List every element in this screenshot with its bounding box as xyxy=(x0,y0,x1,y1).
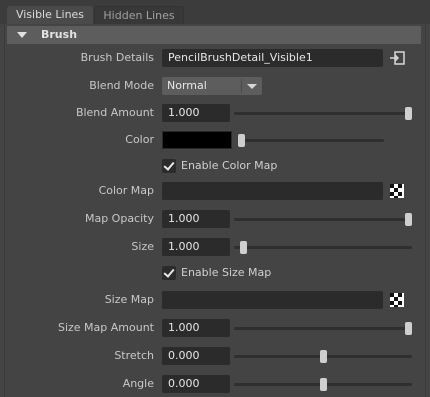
brush-details-label: Brush Details xyxy=(80,51,154,64)
blend-mode-dropdown[interactable]: Normal xyxy=(162,77,262,95)
stretch-slider-handle[interactable] xyxy=(320,350,327,363)
map-opacity-slider-handle[interactable] xyxy=(405,213,412,226)
size-map-row: Size Map xyxy=(0,290,430,310)
angle-field[interactable]: 0.000 xyxy=(162,375,230,393)
checker-map-icon[interactable] xyxy=(390,293,404,307)
blend-mode-label: Blend Mode xyxy=(89,79,154,92)
map-opacity-slider[interactable] xyxy=(234,213,412,226)
tab-hidden-lines[interactable]: Hidden Lines xyxy=(94,6,184,24)
size-map-amount-field[interactable]: 1.000 xyxy=(162,319,230,337)
size-map-amount-slider-handle[interactable] xyxy=(405,322,412,335)
enable-size-map-row: Enable Size Map xyxy=(0,263,430,283)
color-slider-handle[interactable] xyxy=(238,134,245,147)
size-label: Size xyxy=(131,240,154,253)
enable-size-map-label: Enable Size Map xyxy=(181,266,272,279)
size-row: Size 1.000 xyxy=(0,237,430,257)
angle-slider-handle[interactable] xyxy=(320,378,327,391)
map-opacity-field[interactable]: 1.000 xyxy=(162,210,230,228)
size-map-amount-row: Size Map Amount 1.000 xyxy=(0,318,430,338)
enable-color-map-label: Enable Color Map xyxy=(181,159,278,172)
color-row: Color xyxy=(0,130,430,150)
stretch-slider[interactable] xyxy=(234,350,412,363)
stretch-label: Stretch xyxy=(114,349,154,362)
blend-mode-row: Blend Mode Normal xyxy=(0,76,430,96)
brush-details-row: Brush Details PencilBrushDetail_Visible1 xyxy=(0,48,430,68)
color-map-label: Color Map xyxy=(98,184,154,197)
checkmark-icon xyxy=(163,159,175,171)
collapse-triangle-icon[interactable] xyxy=(17,32,27,38)
color-map-row: Color Map xyxy=(0,181,430,201)
color-swatch[interactable] xyxy=(162,131,232,149)
size-map-label: Size Map xyxy=(104,293,154,306)
size-map-field[interactable] xyxy=(162,291,383,309)
blend-amount-slider-handle[interactable] xyxy=(405,107,412,120)
size-map-amount-slider[interactable] xyxy=(234,322,412,335)
stretch-field[interactable]: 0.000 xyxy=(162,347,230,365)
tab-visible-lines[interactable]: Visible Lines xyxy=(7,6,93,24)
angle-label: Angle xyxy=(122,377,154,390)
size-slider-handle[interactable] xyxy=(239,241,247,254)
brush-details-field[interactable]: PencilBrushDetail_Visible1 xyxy=(162,49,383,67)
blend-mode-value: Normal xyxy=(167,79,207,92)
enable-size-map-checkbox[interactable] xyxy=(162,266,176,280)
blend-amount-row: Blend Amount 1.000 xyxy=(0,103,430,123)
map-opacity-label: Map Opacity xyxy=(84,212,154,225)
color-slider[interactable] xyxy=(238,134,384,147)
blend-amount-label: Blend Amount xyxy=(75,106,154,119)
size-field[interactable]: 1.000 xyxy=(162,238,230,256)
angle-slider[interactable] xyxy=(234,378,412,391)
size-slider[interactable] xyxy=(234,241,412,254)
tab-bar: Visible Lines Hidden Lines xyxy=(0,0,430,24)
blend-amount-field[interactable]: 1.000 xyxy=(162,104,230,122)
blend-amount-slider[interactable] xyxy=(234,107,412,120)
checker-map-icon[interactable] xyxy=(390,184,404,198)
angle-row: Angle 0.000 xyxy=(0,374,430,394)
enable-color-map-row: Enable Color Map xyxy=(0,156,430,176)
dropdown-separator xyxy=(241,79,242,93)
stretch-row: Stretch 0.000 xyxy=(0,346,430,366)
color-label: Color xyxy=(125,133,154,146)
section-title: Brush xyxy=(41,28,78,41)
brush-section-header[interactable]: Brush xyxy=(7,26,421,44)
enable-color-map-checkbox[interactable] xyxy=(162,159,176,173)
chevron-down-icon xyxy=(247,84,257,89)
size-map-amount-label: Size Map Amount xyxy=(57,321,154,334)
input-connection-icon[interactable] xyxy=(389,51,405,65)
checkmark-icon xyxy=(163,266,175,278)
map-opacity-row: Map Opacity 1.000 xyxy=(0,209,430,229)
color-map-field[interactable] xyxy=(162,182,383,200)
